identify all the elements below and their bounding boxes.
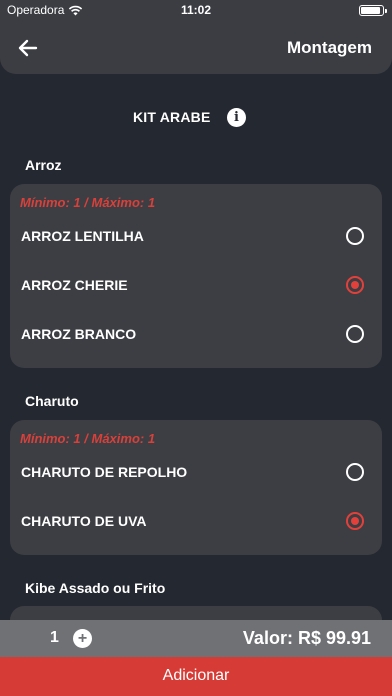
group-label-arroz: Arroz	[25, 157, 62, 173]
option-label: CHARUTO DE UVA	[21, 513, 147, 529]
option-arroz-branco[interactable]: ARROZ BRANCO	[10, 314, 382, 354]
option-label: ARROZ LENTILHA	[21, 228, 144, 244]
radio-button[interactable]	[346, 325, 364, 343]
option-group-charuto: Mínimo: 1 / Máximo: 1 CHARUTO DE REPOLHO…	[10, 420, 382, 555]
radio-button[interactable]	[346, 227, 364, 245]
footer-bar: 1 + Valor: R$ 99.91	[0, 620, 392, 657]
group-label-charuto: Charuto	[25, 393, 79, 409]
option-arroz-cherie[interactable]: ARROZ CHERIE	[10, 265, 382, 305]
radio-button[interactable]	[346, 463, 364, 481]
limits-text: Mínimo: 1 / Máximo: 1	[20, 195, 156, 210]
option-label: CHARUTO DE REPOLHO	[21, 464, 188, 480]
option-group-arroz: Mínimo: 1 / Máximo: 1 ARROZ LENTILHA ARR…	[10, 184, 382, 368]
plus-icon[interactable]: +	[73, 629, 92, 648]
status-time: 11:02	[180, 3, 212, 17]
arrow-left-icon[interactable]	[16, 36, 40, 60]
quantity-value: 1	[50, 629, 59, 646]
radio-button-selected[interactable]	[346, 276, 364, 294]
option-label: ARROZ BRANCO	[21, 326, 137, 342]
info-icon[interactable]: i	[227, 108, 246, 127]
option-label: ARROZ CHERIE	[21, 277, 128, 293]
kit-title: KIT ARABE	[133, 109, 211, 125]
radio-button-selected[interactable]	[346, 512, 364, 530]
status-bar: Operadora 11:02	[0, 0, 392, 22]
add-button[interactable]: Adicionar	[0, 657, 392, 696]
page-title: Montagem	[287, 38, 372, 57]
option-charuto-de-repolho[interactable]: CHARUTO DE REPOLHO	[10, 452, 382, 492]
nav-bar: Montagem	[0, 22, 392, 74]
total-price: Valor: R$ 99.91	[242, 628, 371, 648]
option-arroz-lentilha[interactable]: ARROZ LENTILHA	[10, 216, 382, 256]
group-label-kibe: Kibe Assado ou Frito	[25, 580, 166, 596]
limits-text: Mínimo: 1 / Máximo: 1	[20, 431, 156, 446]
battery-icon	[359, 5, 387, 16]
option-charuto-de-uva[interactable]: CHARUTO DE UVA	[10, 501, 382, 541]
